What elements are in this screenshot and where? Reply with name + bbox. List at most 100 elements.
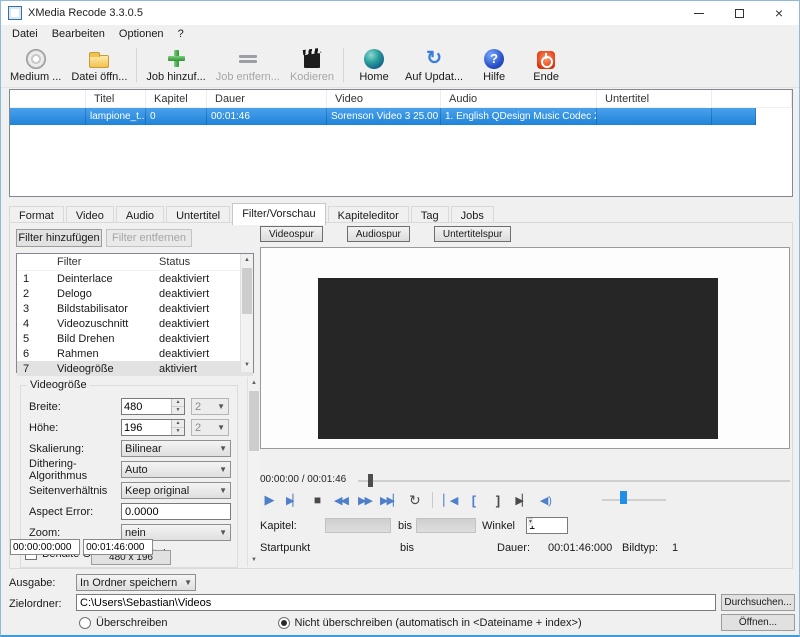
time-display: 00:00:00 / 00:01:46 (260, 474, 346, 485)
volume-button[interactable]: ◀) (537, 491, 554, 509)
bildtyp-label: Bildtyp: (622, 542, 658, 554)
close-button[interactable]: × (759, 1, 799, 25)
winkel-label: Winkel (482, 520, 515, 532)
track-buttons: Videospur Audiospur Untertitelspur (260, 226, 511, 242)
clapperboard-icon (304, 53, 320, 68)
job-untertitel (597, 108, 712, 125)
set-end-marker-button[interactable]: ] (489, 491, 506, 509)
endpunkt-field[interactable] (83, 539, 153, 555)
volume-slider[interactable] (602, 499, 666, 501)
startpunkt-field[interactable] (10, 539, 80, 555)
tab-filter-vorschau[interactable]: Filter/Vorschau (232, 203, 325, 225)
column-audio[interactable]: Audio (441, 90, 597, 107)
column-titel[interactable]: Titel (86, 90, 146, 107)
seek-row: 00:00:00 / 00:01:46 (260, 472, 790, 488)
filter-row[interactable]: 1 Deinterlace deaktiviert (17, 271, 253, 286)
job-table-header: Titel Kapitel Dauer Video Audio Untertit… (10, 90, 792, 108)
preview-area (260, 247, 790, 449)
job-audio: 1. English QDesign Music Codec 2.11... (441, 108, 597, 125)
check-update-button[interactable]: ↻ Auf Updat... (400, 45, 468, 85)
open-button[interactable]: Öffnen... (721, 614, 795, 631)
open-file-button[interactable]: Datei öffn... (66, 45, 132, 85)
play-to-end-button[interactable]: ▶▶▏ (380, 491, 399, 509)
disc-icon (26, 49, 46, 69)
seek-slider[interactable] (358, 480, 790, 482)
scroll-up-icon[interactable]: ▲ (248, 377, 260, 390)
filter-list: Filter Status 1 Deinterlace deaktiviert … (16, 253, 254, 373)
spin-down-icon[interactable]: ▼ (528, 518, 533, 526)
nicht-ueberschreiben-radio[interactable] (278, 617, 290, 629)
column-kapitel[interactable]: Kapitel (146, 90, 207, 107)
fast-forward-button[interactable]: ▶▶ (356, 491, 373, 509)
filter-row[interactable]: 5 Bild Drehen deaktiviert (17, 331, 253, 346)
aspect-ratio-select[interactable]: Keep original▼ (121, 482, 231, 499)
scrollbar-thumb[interactable] (249, 391, 259, 451)
job-row-selected[interactable]: lampione_t... 0 00:01:46 Sorenson Video … (10, 108, 756, 125)
goto-end-button[interactable]: ▶▏ (513, 491, 530, 509)
ueberschreiben-radio[interactable] (79, 617, 91, 629)
filter-list-scrollbar[interactable]: ▲ ▼ (240, 254, 253, 372)
filter-row[interactable]: 4 Videozuschnitt deaktiviert (17, 316, 253, 331)
column-video[interactable]: Video (327, 90, 441, 107)
scroll-up-icon[interactable]: ▲ (241, 254, 253, 267)
browse-button[interactable]: Durchsuchen... (721, 594, 795, 611)
maximize-button[interactable] (719, 1, 759, 25)
scaling-select[interactable]: Bilinear▼ (121, 440, 231, 457)
tab-strip: Format Video Audio Untertitel Filter/Vor… (9, 203, 793, 223)
destination-folder-field[interactable] (76, 594, 716, 611)
add-filter-button[interactable]: Filter hinzufügen (16, 229, 102, 247)
skalierung-label: Skalierung: (29, 443, 121, 455)
seitenverhaeltnis-label: Seitenverhältnis (29, 485, 121, 497)
menu-hilfe[interactable]: ? (171, 26, 191, 42)
update-icon: ↻ (426, 49, 442, 69)
spin-up-icon[interactable]: ▲ (172, 420, 184, 427)
loop-timer-button[interactable]: ↻ (406, 491, 423, 509)
column-untertitel[interactable]: Untertitel (597, 90, 712, 107)
chevron-down-icon: ▼ (219, 486, 227, 495)
rewind-button[interactable]: ◀◀ (332, 491, 349, 509)
untertitelspur-button[interactable]: Untertitelspur (434, 226, 511, 242)
kapitel-label: Kapitel: (260, 520, 297, 532)
overwrite-options: Überschreiben Nicht überschreiben (autom… (79, 617, 582, 629)
menu-optionen[interactable]: Optionen (112, 26, 171, 42)
play-button[interactable]: ▶ (260, 491, 277, 509)
help-button[interactable]: Hilfe (468, 45, 520, 85)
remove-job-icon (239, 49, 257, 68)
filter-row[interactable]: 6 Rahmen deaktiviert (17, 346, 253, 361)
column-dauer[interactable]: Dauer (207, 90, 327, 107)
dithering-select[interactable]: Auto▼ (121, 461, 231, 478)
home-button[interactable]: Home (348, 45, 400, 85)
set-start-marker-button[interactable]: [ (465, 491, 482, 509)
videosize-group-title: Videogröße (27, 379, 90, 391)
minimize-button[interactable] (679, 1, 719, 25)
filter-row[interactable]: 3 Bildstabilisator deaktiviert (17, 301, 253, 316)
spin-down-icon[interactable]: ▼ (172, 406, 184, 414)
audiospur-button[interactable]: Audiospur (347, 226, 410, 242)
frame-step-button[interactable]: ▶▏ (284, 491, 301, 509)
height-stepper[interactable]: ▲▼ (121, 419, 185, 436)
trim-row: Startpunkt bis Dauer: 00:01:46:000 Bildt… (10, 539, 792, 557)
menu-datei[interactable]: Datei (5, 26, 45, 42)
filter-row-selected[interactable]: 7 Videogröße aktiviert (17, 361, 253, 376)
videospur-button[interactable]: Videospur (260, 226, 323, 242)
spin-up-icon[interactable]: ▲ (172, 399, 184, 406)
scrollbar-thumb[interactable] (242, 268, 252, 314)
ausgabe-label: Ausgabe: (9, 577, 55, 589)
menu-bearbeiten[interactable]: Bearbeiten (45, 26, 112, 42)
volume-slider-thumb[interactable] (620, 491, 627, 504)
goto-start-button[interactable]: ▏◀ (441, 491, 458, 509)
seek-slider-thumb[interactable] (368, 474, 373, 487)
output-mode-select[interactable]: In Ordner speichern▼ (76, 574, 196, 591)
spin-down-icon[interactable]: ▼ (172, 427, 184, 435)
bis-label: bis (398, 520, 412, 532)
quit-button[interactable]: Ende (520, 45, 572, 85)
add-job-button[interactable]: Job hinzuf... (141, 45, 210, 85)
open-medium-button[interactable]: Medium ... (5, 45, 66, 85)
width-stepper[interactable]: ▲▼ (121, 398, 185, 415)
scroll-down-icon[interactable]: ▼ (241, 359, 253, 372)
winkel-stepper[interactable]: ▲▼ (526, 517, 568, 534)
job-titel: lampione_t... (86, 108, 146, 125)
stop-button[interactable]: ■ (308, 491, 325, 509)
filter-row[interactable]: 2 Delogo deaktiviert (17, 286, 253, 301)
open-folder-icon (89, 55, 109, 68)
